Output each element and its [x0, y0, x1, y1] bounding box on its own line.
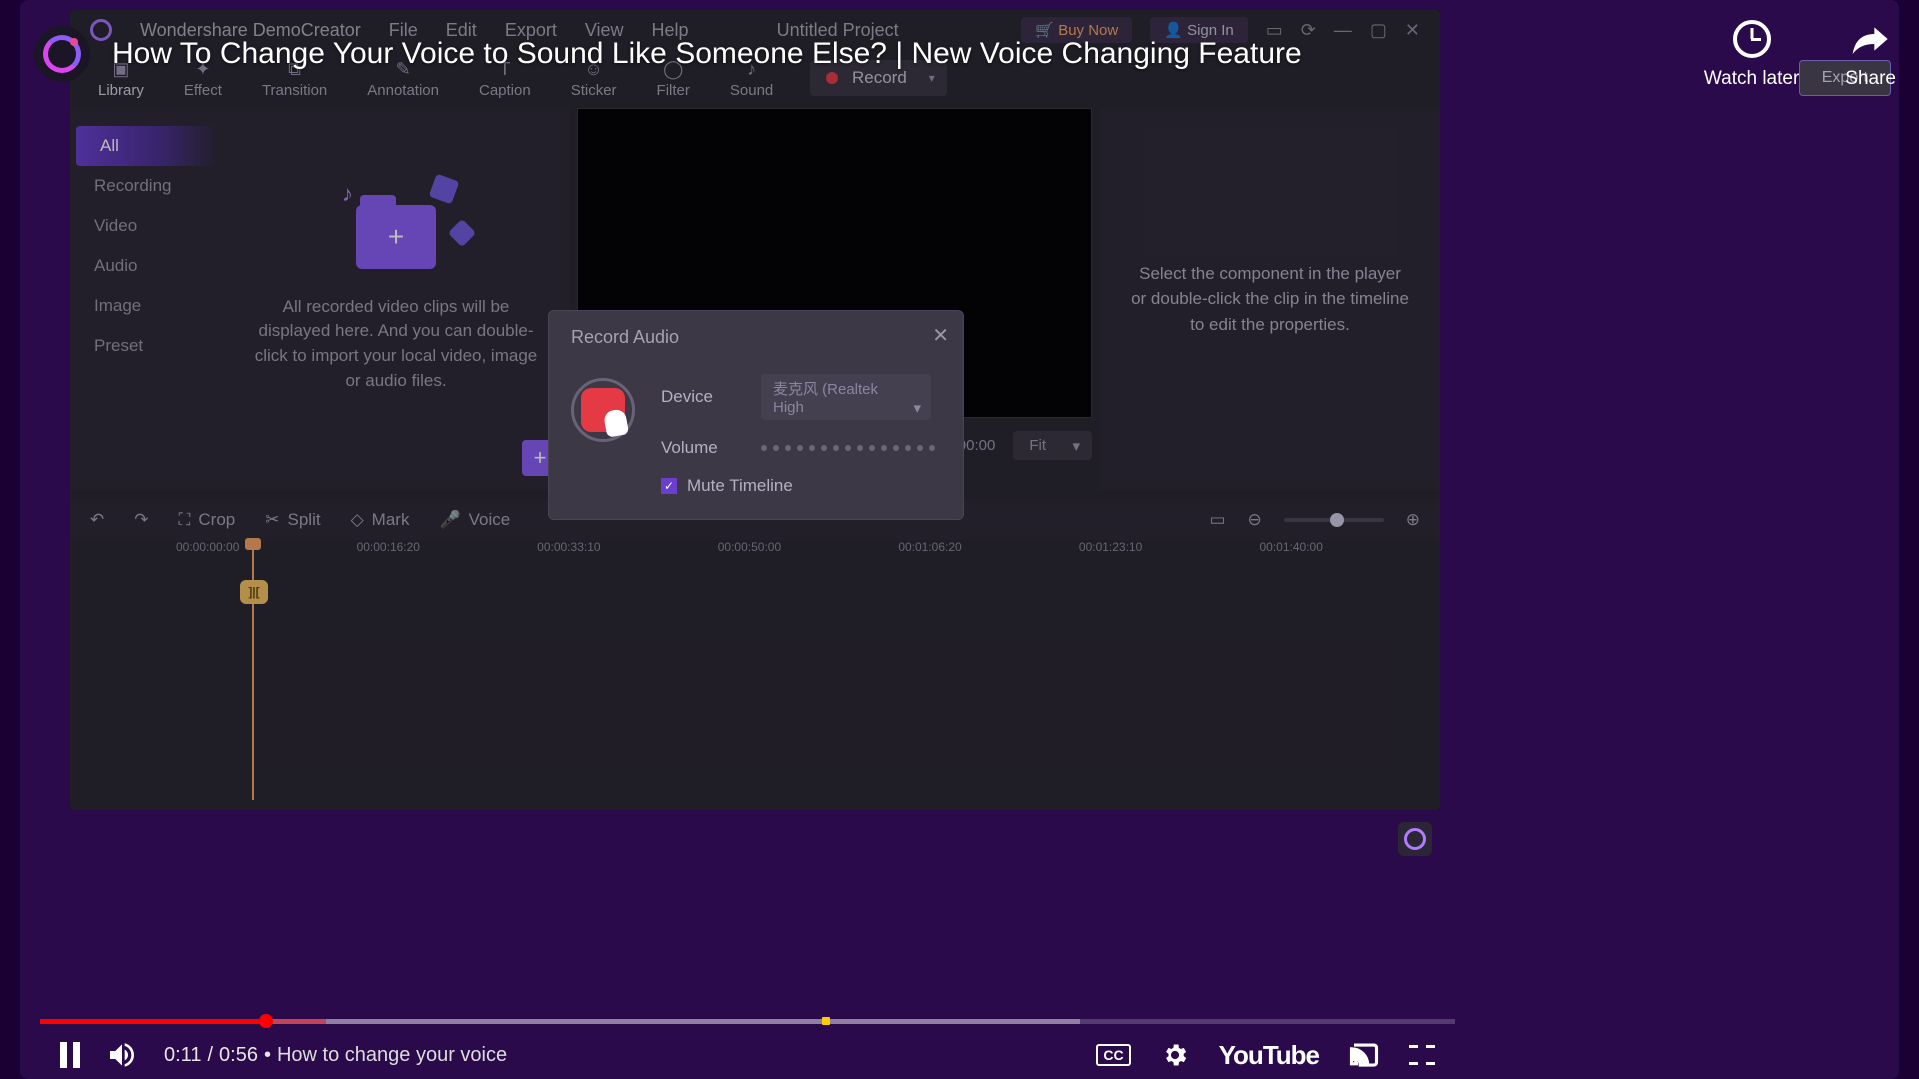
yt-ad-marker — [822, 1017, 830, 1025]
sidebar-item-video[interactable]: Video — [70, 206, 222, 246]
yt-scrubber[interactable] — [259, 1014, 273, 1028]
yt-loading — [266, 1019, 325, 1024]
clip-marker[interactable]: ]|[ — [240, 580, 268, 604]
sidebar-item-all[interactable]: All — [76, 126, 216, 166]
yt-channel-avatar[interactable] — [34, 26, 90, 82]
ruler-tick: 00:00:16:20 — [357, 540, 538, 568]
volume-icon — [106, 1039, 138, 1071]
yt-title-bar: How To Change Your Voice to Sound Like S… — [30, 14, 1919, 94]
watermark-icon — [1404, 828, 1426, 850]
embed-frame: Wondershare DemoCreator File Edit Export… — [20, 0, 1899, 1079]
ruler-tick: 00:01:06:20 — [898, 540, 1079, 568]
record-square-icon — [581, 388, 625, 432]
dialog-close-button[interactable]: ✕ — [932, 323, 949, 348]
split-label: Split — [288, 510, 321, 530]
timeline-ruler: 00:00:00:00 00:00:16:20 00:00:33:10 00:0… — [70, 540, 1440, 568]
yt-controls: 0:11 / 0:56 • How to change your voice C… — [40, 1031, 1455, 1079]
redo-button[interactable]: ↷ — [134, 510, 148, 530]
fit-timeline-button[interactable]: ▭ — [1209, 510, 1225, 530]
yt-chapter-sep: • — [264, 1044, 271, 1067]
yt-video-title[interactable]: How To Change Your Voice to Sound Like S… — [112, 37, 1302, 71]
yt-pause-button[interactable] — [60, 1042, 80, 1068]
yt-played — [40, 1019, 266, 1024]
yt-chapter-name[interactable]: How to change your voice — [277, 1044, 507, 1067]
avatar-icon — [43, 35, 81, 73]
zoom-in-button[interactable]: ⊕ — [1406, 510, 1420, 530]
share-label: Share — [1845, 68, 1896, 90]
undo-button[interactable]: ↶ — [90, 510, 104, 530]
ruler-tick: 00:01:23:10 — [1079, 540, 1260, 568]
yt-logo-button[interactable]: YouTube — [1219, 1040, 1319, 1071]
yt-time-sep: / — [207, 1044, 213, 1067]
device-value: 麦克风 (Realtek High — [773, 381, 878, 416]
volume-meter — [761, 445, 935, 451]
yt-share-button[interactable]: Share — [1845, 18, 1896, 90]
library-drop-zone[interactable]: ♪ + All recorded video clips will be dis… — [222, 108, 570, 490]
properties-pane: Select the component in the player or do… — [1100, 108, 1440, 490]
crop-label: Crop — [198, 510, 235, 530]
share-icon — [1850, 18, 1892, 60]
mark-label: Mark — [372, 510, 410, 530]
volume-label: Volume — [661, 438, 737, 458]
plus-icon: + — [388, 221, 404, 253]
zoom-thumb[interactable] — [1330, 513, 1344, 527]
ruler-tick: 00:00:50:00 — [718, 540, 899, 568]
mute-label: Mute Timeline — [687, 476, 793, 496]
ruler-tick: 00:00:33:10 — [537, 540, 718, 568]
clock-icon — [1733, 20, 1771, 58]
channel-watermark[interactable] — [1398, 822, 1432, 856]
dialog-title: Record Audio — [549, 311, 963, 364]
fit-label: Fit — [1029, 437, 1046, 454]
media-icon — [448, 219, 476, 247]
playhead[interactable] — [252, 540, 254, 800]
yt-cast-button[interactable] — [1349, 1040, 1379, 1070]
yt-volume-button[interactable] — [106, 1039, 138, 1071]
device-label: Device — [661, 387, 737, 407]
library-pane: All Recording Video Audio Image Preset ♪… — [70, 108, 570, 490]
library-empty-text: All recorded video clips will be display… — [252, 295, 540, 394]
yt-watch-later-button[interactable]: Watch later — [1704, 18, 1799, 90]
yt-captions-button[interactable]: CC — [1096, 1044, 1130, 1066]
voice-button[interactable]: 🎤 Voice — [439, 510, 510, 530]
yt-time-total: 0:56 — [219, 1044, 258, 1067]
yt-settings-button[interactable] — [1161, 1041, 1189, 1069]
watch-later-label: Watch later — [1704, 68, 1799, 90]
properties-hint: Select the component in the player or do… — [1130, 261, 1410, 338]
start-record-button[interactable] — [571, 378, 635, 442]
mark-button[interactable]: ◇ Mark — [351, 510, 410, 530]
yt-progress-bar[interactable] — [40, 1011, 1455, 1031]
fit-select[interactable]: Fit — [1013, 431, 1092, 460]
record-audio-dialog: Record Audio ✕ Device 麦克风 (Realtek High … — [548, 310, 964, 520]
library-sidebar: All Recording Video Audio Image Preset — [70, 108, 222, 490]
sidebar-item-audio[interactable]: Audio — [70, 246, 222, 286]
import-folder-icon: ♪ + — [356, 205, 436, 269]
clip-icon — [429, 173, 460, 204]
music-note-icon: ♪ — [342, 181, 353, 207]
gear-icon — [1161, 1041, 1189, 1069]
sidebar-item-recording[interactable]: Recording — [70, 166, 222, 206]
checkbox-checked-icon: ✓ — [661, 478, 677, 494]
device-select[interactable]: 麦克风 (Realtek High — [761, 374, 931, 420]
ruler-tick: 00:01:40:00 — [1259, 540, 1440, 568]
crop-button[interactable]: ⛶ Crop — [179, 510, 236, 530]
ruler-tick: 00:00:00:00 — [176, 540, 357, 568]
yt-fullscreen-button[interactable] — [1409, 1042, 1435, 1068]
sidebar-item-image[interactable]: Image — [70, 286, 222, 326]
cast-icon — [1349, 1040, 1379, 1070]
timeline[interactable]: 00:00:00:00 00:00:16:20 00:00:33:10 00:0… — [70, 540, 1440, 800]
zoom-out-button[interactable]: ⊖ — [1248, 510, 1262, 530]
zoom-slider[interactable] — [1284, 518, 1384, 522]
cursor-icon — [603, 408, 629, 437]
voice-label: Voice — [469, 510, 511, 530]
sidebar-item-preset[interactable]: Preset — [70, 326, 222, 366]
yt-time-current: 0:11 — [164, 1044, 201, 1067]
split-button[interactable]: ✂ Split — [265, 510, 320, 530]
mute-timeline-checkbox[interactable]: ✓ Mute Timeline — [661, 476, 941, 496]
yt-time-display: 0:11 / 0:56 • How to change your voice — [164, 1044, 507, 1067]
